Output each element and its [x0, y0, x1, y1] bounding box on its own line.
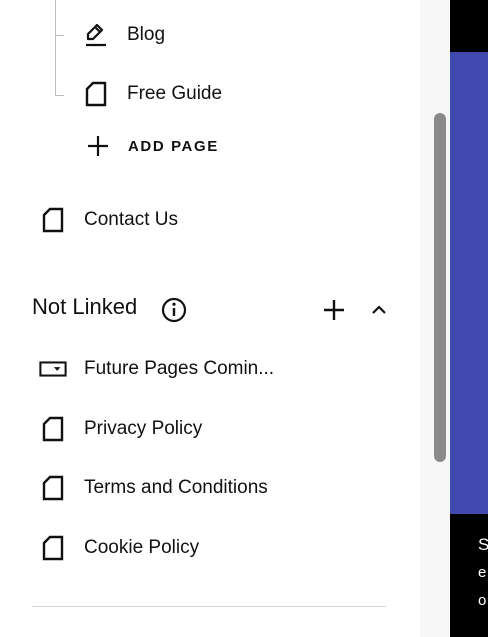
page-item-label: Blog	[127, 24, 166, 45]
preview-text-line: o	[478, 592, 487, 609]
add-page-button[interactable]: ADD PAGE	[84, 126, 219, 166]
plus-icon	[84, 132, 112, 160]
preview-hero-section	[450, 52, 488, 514]
page-icon	[39, 474, 67, 502]
page-item-blog[interactable]: Blog	[82, 15, 165, 55]
add-page-label: ADD PAGE	[128, 137, 219, 155]
section-title-not-linked: Not Linked	[32, 294, 138, 319]
tree-connector	[55, 0, 56, 96]
section-divider	[32, 606, 386, 607]
page-item-cookie-policy[interactable]: Cookie Policy	[39, 528, 199, 568]
pages-panel: Blog Free Guide ADD PAGE Contact Us Not …	[0, 0, 420, 637]
page-icon	[82, 80, 110, 108]
page-icon	[39, 534, 67, 562]
page-item-label: Cookie Policy	[84, 537, 200, 558]
page-item-free-guide[interactable]: Free Guide	[82, 74, 222, 114]
tree-connector	[55, 95, 64, 96]
page-item-label: Free Guide	[127, 83, 223, 104]
page-item-label: Privacy Policy	[84, 418, 203, 439]
blog-pen-icon	[82, 21, 110, 49]
page-item-label: Future Pages Comin...	[84, 358, 275, 379]
page-item-label: Contact Us	[84, 209, 178, 230]
add-not-linked-page-button[interactable]	[320, 296, 348, 324]
info-icon[interactable]	[160, 296, 188, 324]
page-item-future-pages[interactable]: Future Pages Comin...	[39, 349, 274, 389]
scrollbar-thumb[interactable]	[434, 113, 446, 462]
page-item-terms-and-conditions[interactable]: Terms and Conditions	[39, 468, 268, 508]
preview-text-line: e	[478, 564, 487, 581]
page-item-contact-us[interactable]: Contact Us	[39, 200, 178, 240]
folder-dropdown-icon	[39, 355, 67, 383]
page-item-label: Terms and Conditions	[84, 477, 268, 498]
collapse-section-chevron-up-icon[interactable]	[366, 296, 392, 324]
tree-connector	[55, 35, 64, 36]
page-item-privacy-policy[interactable]: Privacy Policy	[39, 409, 202, 449]
page-icon	[39, 206, 67, 234]
preview-text-line: S	[478, 535, 488, 554]
page-icon	[39, 415, 67, 443]
